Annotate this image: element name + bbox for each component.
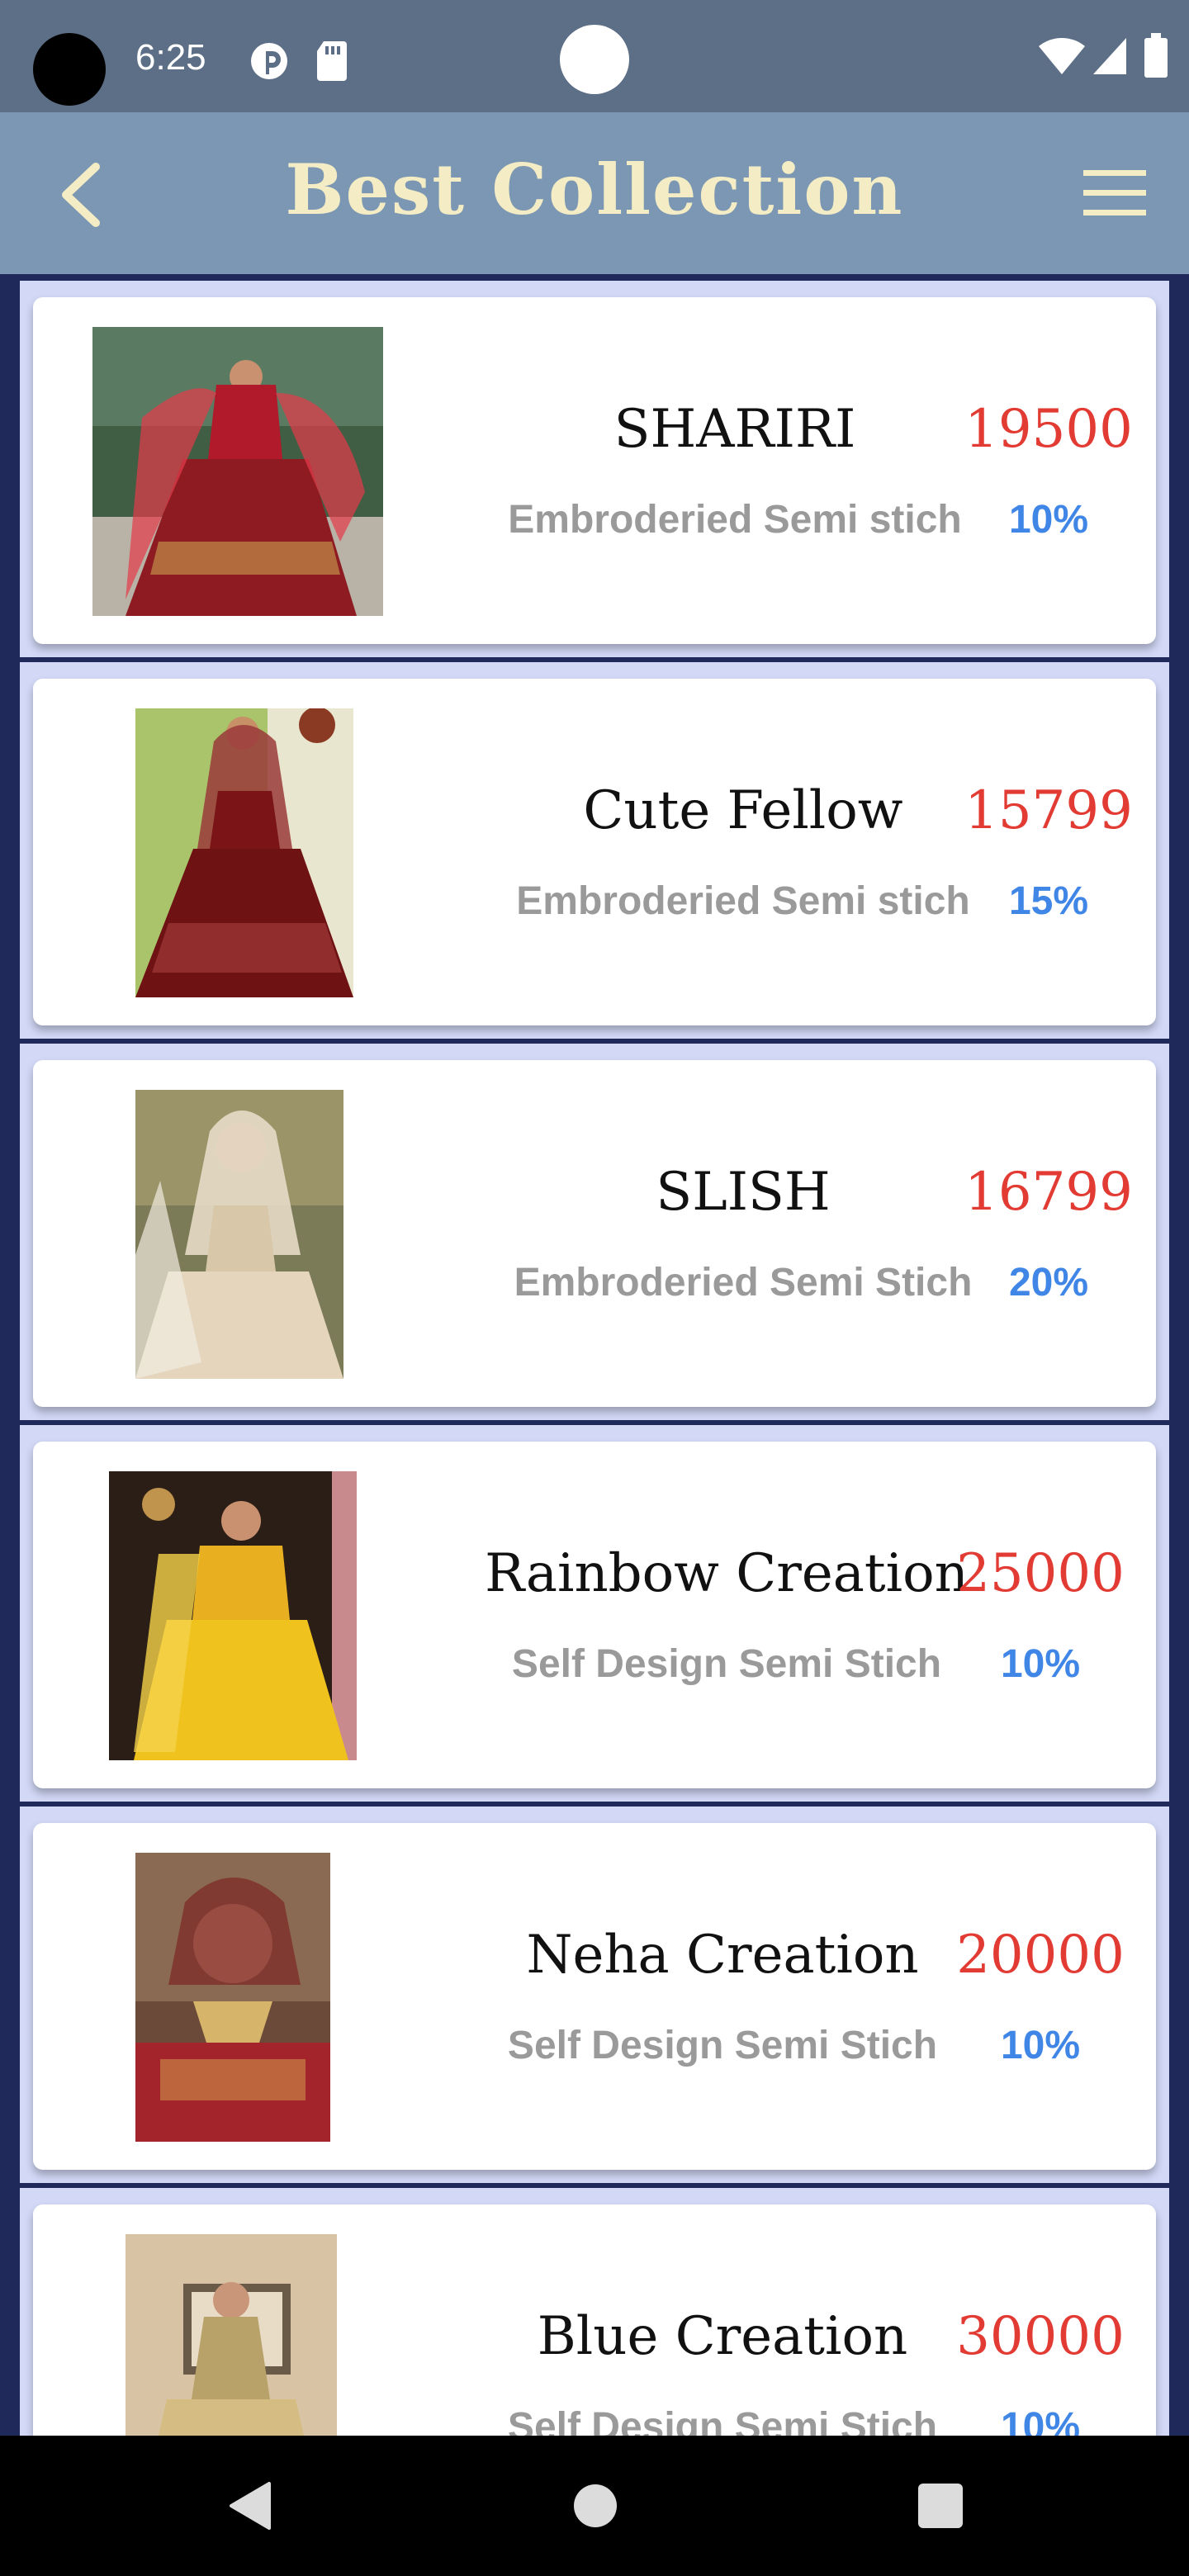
product-card[interactable]: Rainbow Creation Self Design Semi Stich …	[33, 1442, 1156, 1788]
product-card[interactable]: Neha Creation Self Design Semi Stich 200…	[33, 1823, 1156, 2170]
product-price: 15799	[964, 780, 1133, 841]
nav-home-button[interactable]	[566, 2477, 624, 2535]
page-title: Best Collection	[285, 149, 904, 230]
product-discount: 10%	[1000, 2024, 1081, 2067]
product-card[interactable]: Blue Creation Self Design Semi Stich 300…	[33, 2204, 1156, 2436]
camera-cutout	[33, 33, 106, 106]
menu-button[interactable]	[1080, 163, 1149, 223]
product-image	[126, 2234, 337, 2436]
product-price: 20000	[956, 1925, 1125, 1986]
system-navigation-bar	[0, 2436, 1189, 2576]
list-item: Cute Fellow Embroderied Semi stich 15799…	[20, 662, 1169, 1039]
list-item: Rainbow Creation Self Design Semi Stich …	[20, 1425, 1169, 1802]
app-screen: 6:25 Best Collection SHARIRI Embroderied…	[0, 0, 1189, 2576]
product-discount: 20%	[1008, 1261, 1089, 1305]
product-price: 30000	[956, 2306, 1125, 2367]
product-image	[92, 327, 383, 616]
wifi-icon	[1037, 36, 1087, 80]
home-circle-icon	[574, 2484, 617, 2527]
sd-card-icon	[312, 38, 352, 88]
list-item: Neha Creation Self Design Semi Stich 200…	[20, 1807, 1169, 2183]
cellular-signal-icon	[1092, 36, 1128, 80]
status-time: 6:25	[135, 37, 206, 78]
recents-square-icon	[918, 2484, 963, 2528]
product-discount: 10%	[1000, 1642, 1081, 1686]
product-discount: 15%	[1008, 879, 1089, 923]
product-discount: 10%	[1008, 498, 1089, 542]
product-price: 19500	[964, 399, 1133, 460]
nav-back-button[interactable]	[221, 2477, 279, 2535]
hamburger-menu-icon	[1083, 170, 1146, 215]
status-bar: 6:25	[0, 0, 1189, 112]
app-bar: Best Collection	[0, 112, 1189, 274]
data-saver-icon	[246, 38, 292, 88]
product-price: 25000	[956, 1543, 1125, 1604]
product-card[interactable]: SLISH Embroderied Semi Stich 16799 20%	[33, 1060, 1156, 1407]
product-image	[135, 1853, 330, 2142]
product-image	[109, 1471, 357, 1760]
nav-recents-button[interactable]	[912, 2477, 969, 2535]
collection-list: SHARIRI Embroderied Semi stich 19500 10%	[20, 274, 1169, 2436]
product-card[interactable]: SHARIRI Embroderied Semi stich 19500 10%	[33, 297, 1156, 644]
battery-icon	[1143, 33, 1169, 83]
front-camera	[560, 25, 629, 94]
product-image	[135, 1090, 343, 1379]
product-card[interactable]: Cute Fellow Embroderied Semi stich 15799…	[33, 679, 1156, 1025]
list-item: Blue Creation Self Design Semi Stich 300…	[20, 2188, 1169, 2436]
list-item: SHARIRI Embroderied Semi stich 19500 10%	[20, 281, 1169, 657]
collection-list-container[interactable]: SHARIRI Embroderied Semi stich 19500 10%	[0, 274, 1189, 2436]
product-price: 16799	[964, 1162, 1133, 1223]
back-triangle-icon	[230, 2482, 271, 2530]
product-discount: 10%	[1000, 2405, 1081, 2436]
list-item: SLISH Embroderied Semi Stich 16799 20%	[20, 1044, 1169, 1420]
product-image	[135, 708, 353, 997]
